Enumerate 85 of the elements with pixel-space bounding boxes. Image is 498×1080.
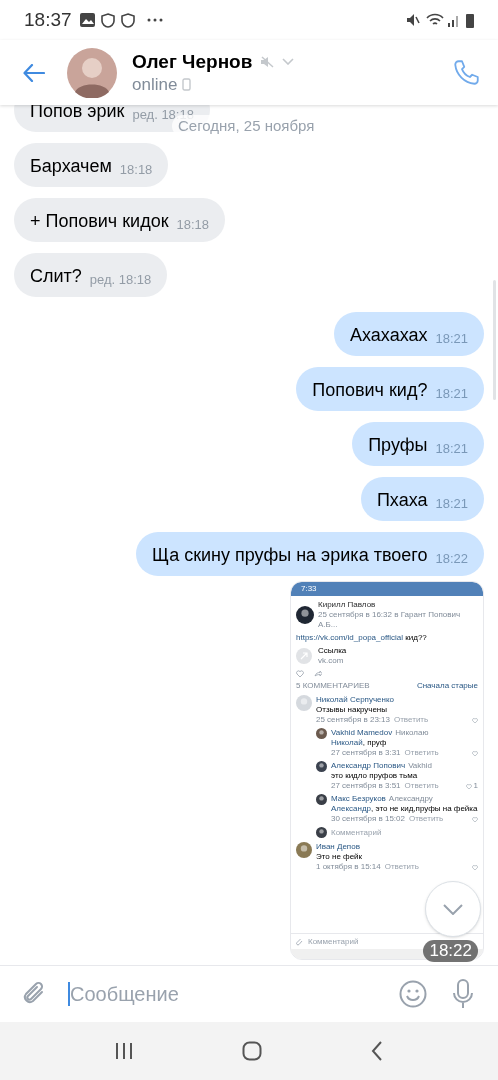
heart-icon xyxy=(472,864,478,870)
image-icon xyxy=(79,13,95,27)
message-time: 18:21 xyxy=(435,441,468,457)
mute-icon xyxy=(406,13,420,27)
back-icon[interactable] xyxy=(23,63,45,82)
message-text: Пруфы xyxy=(368,434,428,457)
message-text: Пхаха xyxy=(376,489,428,512)
mention-link[interactable]: Николай xyxy=(331,738,363,747)
message-time: 18:18 xyxy=(119,162,153,178)
message-text: Попович кид? xyxy=(312,379,428,402)
message-text: + Попович кидок xyxy=(30,210,169,233)
back-icon[interactable] xyxy=(371,1041,384,1061)
avatar xyxy=(316,827,327,838)
sort-dropdown[interactable]: Сначала старые xyxy=(416,681,478,691)
message-time: 18:21 xyxy=(435,496,468,512)
reply-to: Николаю xyxy=(395,728,429,738)
post-text: https://vk.com/id_popa_official кид?? xyxy=(296,633,428,643)
comment-text: Отзывы накручены xyxy=(316,705,389,715)
comment-author[interactable]: Vakhid Mamedov xyxy=(331,728,393,738)
message-text: Попов эрик xyxy=(30,105,125,123)
comment-author[interactable]: Макс Безруков xyxy=(331,794,386,804)
shield-icon xyxy=(100,12,115,28)
avatar[interactable] xyxy=(67,47,117,98)
message-text: Ахахахах xyxy=(350,324,428,347)
shield-icon xyxy=(120,12,135,28)
chevron-down-icon xyxy=(443,903,463,915)
avatar xyxy=(296,606,314,624)
share-icon xyxy=(314,670,322,677)
heart-icon xyxy=(472,750,478,756)
online-status: online xyxy=(132,73,178,96)
contact-name: Олег Чернов xyxy=(132,49,253,74)
post-meta: 25 сентября в 16:32 в Гарант Попович А.Б... xyxy=(318,610,462,630)
emoji-icon[interactable] xyxy=(399,980,427,1008)
reply-to: Александру xyxy=(388,794,433,804)
message-time: 18:18 xyxy=(176,217,210,233)
recent-apps-icon[interactable] xyxy=(114,1042,133,1060)
comment-text: Александр, это не кид,пруфы на фейка xyxy=(331,804,478,814)
comments-count: 5 КОММЕНТАРИЕВ xyxy=(296,681,370,691)
avatar xyxy=(296,695,312,711)
comment-date: 1 октября в 15:14 xyxy=(316,862,381,872)
message-text: Слит? xyxy=(30,265,82,288)
attachment-domain: vk.com xyxy=(318,656,345,666)
message-input[interactable]: Сообщение xyxy=(70,979,399,1009)
status-time: 7:33 xyxy=(301,584,317,594)
message-time: ред. 18:18 xyxy=(89,272,152,288)
avatar xyxy=(316,761,327,772)
avatar xyxy=(296,842,312,858)
post-link[interactable]: https://vk.com/id_popa_official xyxy=(296,633,404,642)
battery-icon xyxy=(466,12,474,28)
microphone-icon[interactable] xyxy=(452,979,474,1009)
chevron-down-icon[interactable] xyxy=(282,58,295,65)
heart-icon xyxy=(465,783,472,789)
home-icon[interactable] xyxy=(242,1041,262,1061)
wifi-icon xyxy=(426,13,444,27)
image-time: 18:22 xyxy=(423,940,478,962)
avatar xyxy=(316,728,327,739)
comment-text: это кидло пруфов тьма xyxy=(331,771,419,781)
message-time: 18:21 xyxy=(435,331,468,347)
heart-icon xyxy=(472,717,478,723)
post-author: Кирилл Павлов xyxy=(318,600,377,610)
comment-text: Николай, пруф xyxy=(331,738,388,748)
comment-date: 25 сентября в 23:13 xyxy=(316,715,390,725)
status-time: 18:37 xyxy=(24,7,72,32)
comment-date: 27 сентября в 3:31 xyxy=(331,748,401,758)
more-icon xyxy=(146,18,163,22)
signal-icon xyxy=(448,13,460,27)
comment-text: Это не фейк xyxy=(316,852,364,862)
comment-date: 30 сентября в 15:02 xyxy=(331,814,405,824)
like-count: 1 xyxy=(473,781,478,791)
phone-icon xyxy=(182,78,192,91)
comment-author[interactable]: Николай Серпученко xyxy=(316,695,394,705)
reply-to: Vakhid xyxy=(408,761,432,771)
comment-author[interactable]: Иван Депов xyxy=(316,842,360,852)
message-time: 18:21 xyxy=(435,386,468,402)
heart-icon xyxy=(472,816,478,822)
avatar xyxy=(316,794,327,805)
attach-icon xyxy=(296,937,303,946)
comment-author[interactable]: Александр Попович xyxy=(331,761,406,771)
message-time: 18:22 xyxy=(435,551,468,567)
attachment-title: Ссылка xyxy=(318,646,347,656)
call-icon[interactable] xyxy=(453,59,480,86)
message-text: Ща скину пруфы на эрика твоего xyxy=(152,544,428,567)
message-text: Бархачем xyxy=(30,155,112,178)
comment-date: 27 сентября в 3:51 xyxy=(331,781,401,791)
heart-icon xyxy=(296,670,304,677)
